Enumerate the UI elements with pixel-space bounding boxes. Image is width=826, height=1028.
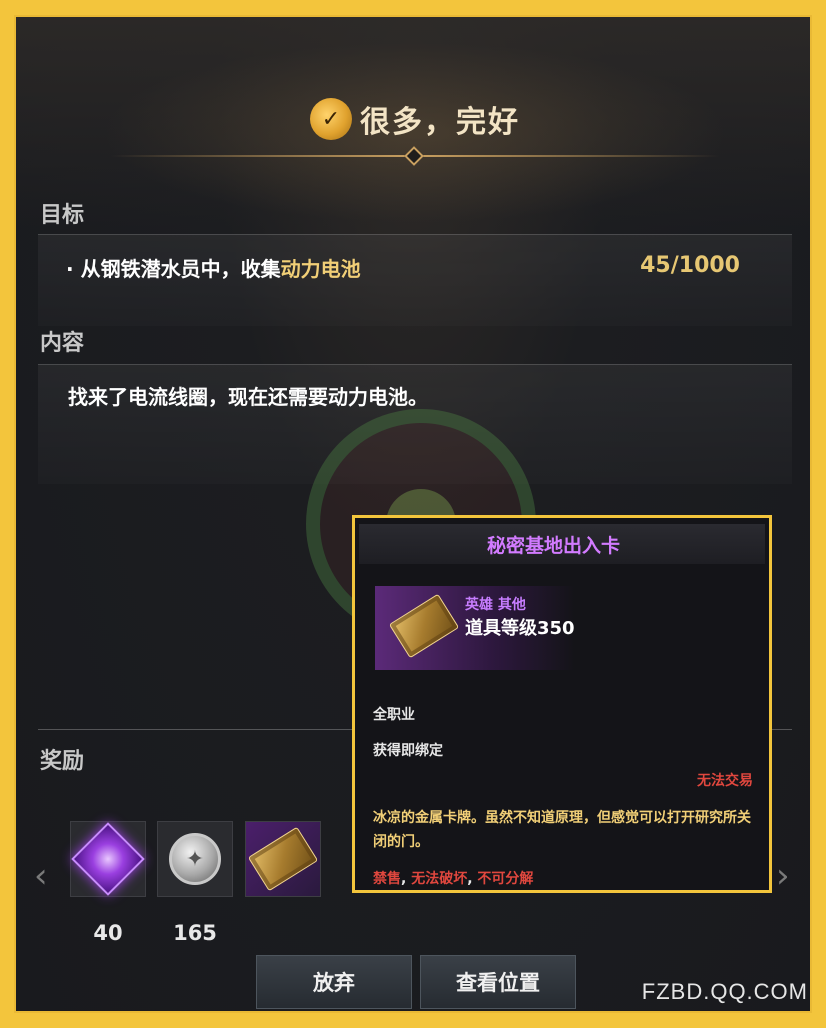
tooltip-class: 全职业	[373, 707, 415, 723]
tooltip-item-name: 秘密基地出入卡	[359, 524, 765, 564]
tooltip-description: 冰凉的金属卡牌。虽然不知道原理，但感觉可以打开研究所关闭的门。	[373, 810, 751, 850]
site-watermark: FZBD.QQ.COM	[641, 979, 808, 1004]
access-card-icon	[247, 826, 319, 892]
reward-label: 奖励	[40, 749, 85, 774]
content-text: 找来了电流线圈，现在还需要动力电池。	[68, 385, 428, 409]
reward-count-coins: 165	[173, 921, 217, 945]
reward-slot-gem[interactable]	[70, 821, 146, 897]
quest-title: 很多，完好	[360, 105, 520, 140]
tooltip-trade: 无法交易	[697, 773, 753, 789]
tooltip-item-level: 道具等级350	[465, 618, 575, 639]
tooltip-flag-sep: ,	[401, 871, 412, 887]
quest-title-row: ✓ 很多，完好	[16, 89, 810, 149]
item-tooltip: 秘密基地出入卡 英雄 其他 道具等级350 全职业 获得即绑定 无法交易 冰凉的…	[352, 515, 772, 893]
objective-text-prefix: 从钢铁潜水员中，收集	[80, 257, 281, 281]
tooltip-rarity: 英雄 其他	[465, 597, 526, 613]
content-label: 内容	[40, 331, 85, 356]
reward-count-gem: 40	[93, 921, 123, 945]
tooltip-flag-indestructible: 无法破坏	[411, 871, 468, 887]
quest-window: ✓ 很多，完好 目标 · 从钢铁潜水员中，收集动力电池 45/1000 内容 找…	[14, 15, 812, 1013]
tooltip-flag-no-sell: 禁售	[373, 871, 401, 887]
tooltip-bind: 获得即绑定	[373, 743, 443, 759]
objective-label: 目标	[40, 203, 85, 228]
abandon-button[interactable]: 放弃	[256, 955, 412, 1009]
view-location-button[interactable]: 查看位置	[420, 955, 576, 1009]
objective-text: · 从钢铁潜水员中，收集动力电池	[66, 253, 361, 282]
objective-box: · 从钢铁潜水员中，收集动力电池 45/1000	[38, 234, 792, 326]
objective-target-item: 动力电池	[280, 257, 361, 281]
purple-gem-icon	[71, 822, 145, 896]
objective-bullet: ·	[66, 257, 74, 281]
reward-slot-card[interactable]	[245, 821, 321, 897]
tooltip-flag-no-dismantle: 不可分解	[477, 871, 534, 887]
quest-badge-icon: ✓	[310, 98, 352, 140]
tooltip-flags: 禁售, 无法破坏, 不可分解	[373, 868, 533, 888]
reward-slot-coins[interactable]: ✦	[157, 821, 233, 897]
prev-arrow-icon[interactable]: ‹	[34, 859, 48, 893]
objective-progress: 45/1000	[640, 253, 740, 278]
tooltip-flag-sep: ,	[467, 871, 478, 887]
tooltip-card-icon	[388, 593, 460, 659]
access-card-icon	[388, 593, 460, 659]
silver-coins-icon: ✦	[169, 833, 221, 885]
next-arrow-icon[interactable]: ›	[776, 859, 790, 893]
